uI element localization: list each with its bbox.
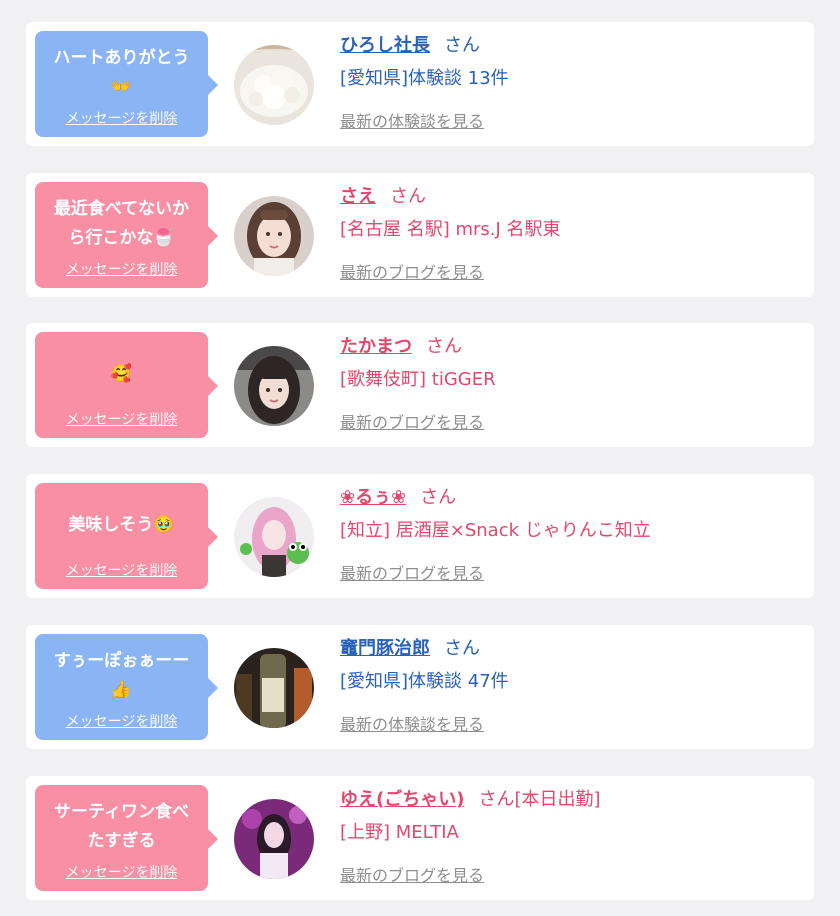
message-text: 🥰 [110, 363, 133, 384]
name-suffix: さん [420, 487, 457, 508]
user-name-link[interactable]: 竈門豚治郎 [340, 638, 430, 659]
latest-post-link[interactable]: 最新の体験談を見る [340, 711, 484, 735]
delete-message-link[interactable]: メッセージを削除 [35, 560, 208, 580]
latest-post-link[interactable]: 最新の体験談を見る [340, 108, 484, 132]
latest-post-link[interactable]: 最新のブログを見る [340, 409, 484, 433]
rice-bowl-avatar[interactable] [234, 45, 314, 125]
message-bubble: 🥰 メッセージを削除 [35, 332, 218, 438]
message-card: すぅーぽぉぁーー 👍 メッセージを削除 竈門豚治郎 さん [愛知県]体験談 47件… [26, 625, 814, 749]
message-text: ハートありがとう 👐 [53, 48, 190, 97]
message-text: すぅーぽぉぁーー 👍 [53, 651, 190, 700]
user-name-link[interactable]: ❀るぅ❀ [340, 487, 406, 508]
name-suffix: さん [426, 336, 462, 357]
message-card: ハートありがとう 👐 メッセージを削除 ひろし社長 さん [愛知県]体験談 13件… [26, 22, 814, 146]
delete-message-link[interactable]: メッセージを削除 [35, 259, 208, 279]
message-bubble: 最近食べてないか ら行こかな🍧 メッセージを削除 [35, 182, 218, 288]
delete-message-link[interactable]: メッセージを削除 [35, 108, 208, 128]
user-subtitle: [知立] 居酒屋×Snack じゃりんこ知立 [340, 520, 651, 541]
message-bubble: 美味しそう🥹 メッセージを削除 [35, 483, 218, 589]
user-subtitle: [名古屋 名駅] mrs.J 名駅東 [340, 219, 561, 240]
message-bubble: ハートありがとう 👐 メッセージを削除 [35, 31, 218, 137]
woman-stage-avatar[interactable] [234, 799, 314, 879]
woman-frog-avatar[interactable] [234, 497, 314, 577]
message-card: サーティワン食べ たすぎる メッセージを削除 ゆえ(ごちゃい) さん[本日出勤] … [26, 776, 814, 900]
message-text: 最近食べてないか ら行こかな🍧 [53, 199, 190, 248]
name-suffix: さん [444, 35, 480, 56]
user-name-link[interactable]: ひろし社長 [340, 35, 430, 56]
user-subtitle: [歌舞伎町] tiGGER [340, 369, 496, 390]
user-name-link[interactable]: さえ [340, 186, 376, 207]
name-suffix: さん[本日出勤] [478, 789, 601, 810]
woman-portrait-avatar[interactable] [234, 346, 314, 426]
latest-post-link[interactable]: 最新のブログを見る [340, 560, 484, 584]
delete-message-link[interactable]: メッセージを削除 [35, 409, 208, 429]
delete-message-link[interactable]: メッセージを削除 [35, 711, 208, 731]
user-subtitle: [愛知県]体験談 13件 [340, 68, 509, 89]
message-text: サーティワン食べ たすぎる [54, 802, 189, 851]
bottle-avatar[interactable] [234, 648, 314, 728]
message-card: 🥰 メッセージを削除 たかまつ さん [歌舞伎町] tiGGER 最新のブログを見… [26, 323, 814, 447]
user-subtitle: [上野] MELTIA [340, 822, 459, 843]
message-bubble: すぅーぽぉぁーー 👍 メッセージを削除 [35, 634, 218, 740]
message-list: ハートありがとう 👐 メッセージを削除 ひろし社長 さん [愛知県]体験談 13件… [0, 0, 840, 916]
name-suffix: さん [444, 638, 480, 659]
user-name-link[interactable]: ゆえ(ごちゃい) [340, 789, 464, 810]
woman-portrait-avatar[interactable] [234, 196, 314, 276]
message-card: 美味しそう🥹 メッセージを削除 ❀るぅ❀ さん [知立] 居酒屋×Snack じゃ… [26, 474, 814, 598]
message-text: 美味しそう🥹 [68, 514, 175, 535]
delete-message-link[interactable]: メッセージを削除 [35, 862, 208, 882]
latest-post-link[interactable]: 最新のブログを見る [340, 259, 484, 283]
message-bubble: サーティワン食べ たすぎる メッセージを削除 [35, 785, 218, 891]
message-card: 最近食べてないか ら行こかな🍧 メッセージを削除 さえ さん [名古屋 名駅] m… [26, 173, 814, 297]
name-suffix: さん [390, 186, 426, 207]
latest-post-link[interactable]: 最新のブログを見る [340, 862, 484, 886]
user-subtitle: [愛知県]体験談 47件 [340, 671, 509, 692]
user-name-link[interactable]: たかまつ [340, 336, 412, 357]
